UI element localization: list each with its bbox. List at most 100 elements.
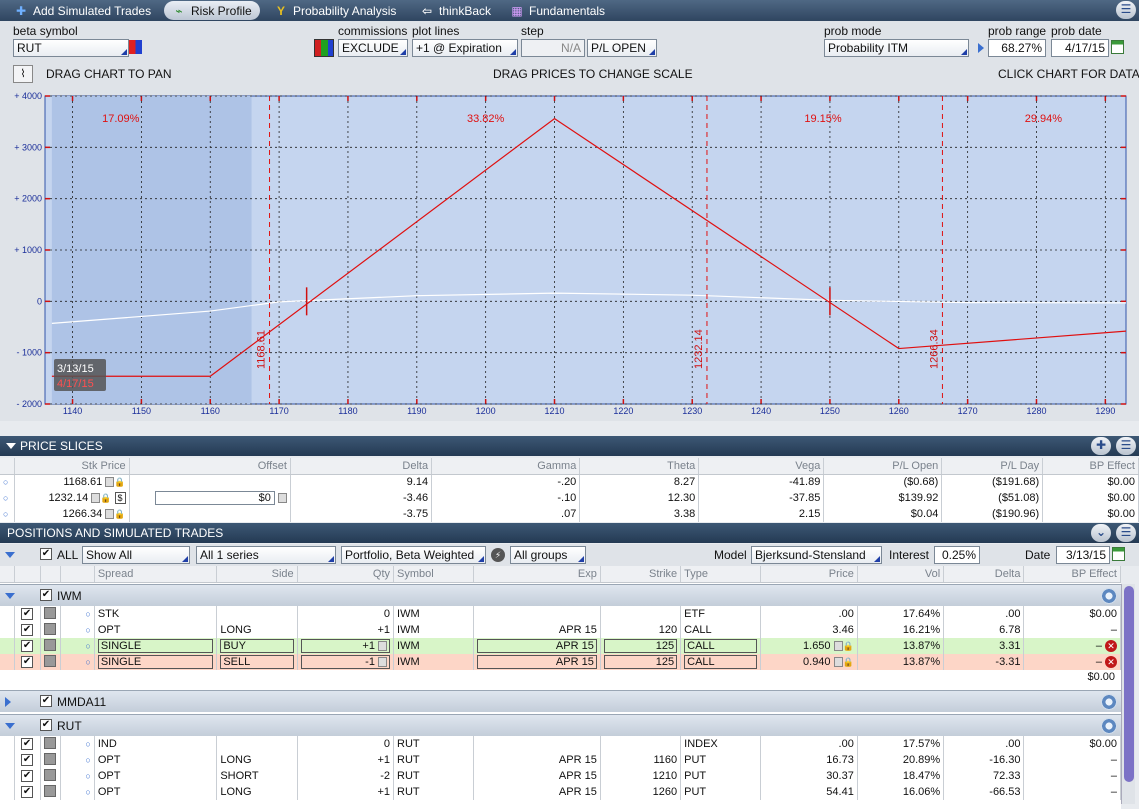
interest-input[interactable]: 0.25% <box>934 546 980 564</box>
plot-lines-select[interactable]: +1 @ Expiration <box>412 39 518 57</box>
thinkback-tab[interactable]: ⇦ thinkBack <box>412 1 499 20</box>
model-select[interactable]: Bjerksund-Stensland <box>751 546 882 564</box>
lock-icon[interactable]: 🔒 <box>843 641 854 651</box>
stepper-icon[interactable] <box>105 509 115 520</box>
row-checkbox-cell[interactable]: ✔ <box>14 768 41 784</box>
positions-col-header[interactable]: Price <box>760 566 858 583</box>
slice-cell[interactable]: $0 <box>129 490 291 506</box>
row-select-box[interactable] <box>44 654 57 667</box>
date-calendar-icon[interactable] <box>1112 547 1125 561</box>
dollar-icon[interactable]: $ <box>114 492 126 504</box>
positions-menu-button[interactable]: ☰ <box>1116 524 1136 542</box>
fundamentals-tab[interactable]: ▦ Fundamentals <box>502 1 613 20</box>
position-cell[interactable]: APR 15 <box>473 654 601 670</box>
row-select-box[interactable] <box>44 768 57 781</box>
position-group-iwm[interactable]: ✔ IWM <box>0 584 1121 606</box>
position-row[interactable]: ✔ ○ STK 0 IWM ETF .00 17.64% .00 $0.00 <box>0 606 1121 622</box>
date-input[interactable]: 3/13/15 <box>1056 546 1110 564</box>
row-checkbox[interactable]: ✔ <box>21 656 34 669</box>
row-checkbox-cell[interactable]: ✔ <box>14 736 41 752</box>
slice-cell[interactable]: 1168.61 🔒 <box>14 474 130 490</box>
positions-col-header[interactable]: Vol <box>857 566 945 583</box>
all-checkbox[interactable]: ✔ <box>40 548 52 560</box>
slices-col-header[interactable]: Vega <box>698 458 825 475</box>
lock-icon[interactable]: 🔒 <box>100 493 111 503</box>
position-cell[interactable]: 0.940 🔒 <box>760 654 858 670</box>
positions-col-header[interactable]: Exp <box>473 566 601 583</box>
slices-col-header[interactable]: Stk Price <box>14 458 130 475</box>
beta-symbol-input[interactable]: RUT <box>13 39 129 57</box>
slices-col-header[interactable]: Theta <box>579 458 700 475</box>
position-cell[interactable]: 125 <box>600 654 682 670</box>
lightning-icon[interactable]: ⚡ <box>491 548 505 562</box>
slice-cell[interactable]: 1266.34 🔒 <box>14 506 130 522</box>
position-row[interactable]: ✔ ○ IND 0 RUT INDEX .00 17.57% .00 $0.00 <box>0 736 1121 752</box>
row-select-cell[interactable] <box>40 638 61 654</box>
position-cell[interactable]: 13.87% <box>857 654 945 670</box>
row-checkbox-cell[interactable]: ✔ <box>14 606 41 622</box>
position-group-mmda11[interactable]: ✔ MMDA11 <box>0 690 1121 712</box>
pl-mode-select[interactable]: P/L OPEN <box>587 39 657 57</box>
row-select-box[interactable] <box>44 752 57 765</box>
row-select-box[interactable] <box>44 606 57 619</box>
color-picker-icon[interactable] <box>129 40 142 54</box>
slice-cell[interactable] <box>129 474 291 490</box>
row-select-box[interactable] <box>44 622 57 635</box>
calendar-icon[interactable] <box>1111 40 1124 54</box>
row-select-box[interactable] <box>44 784 57 797</box>
row-select-box[interactable] <box>44 736 57 749</box>
slices-col-header[interactable]: Delta <box>290 458 433 475</box>
group-checkbox[interactable]: ✔ <box>40 719 52 731</box>
slices-col-header[interactable]: BP Effect <box>1042 458 1139 475</box>
position-cell[interactable]: 3.31 <box>943 638 1025 654</box>
risk-profile-svg[interactable]: 1140 1150 1160 1170 1180 1190 1200 1210 1220 1230… <box>0 89 1139 421</box>
positions-col-header[interactable]: BP Effect <box>1023 566 1121 583</box>
row-checkbox-cell[interactable]: ✔ <box>14 638 41 654</box>
position-cell[interactable]: 13.87% <box>857 638 945 654</box>
group-toggle-icon[interactable] <box>5 697 11 707</box>
stepper-icon[interactable] <box>833 657 843 668</box>
lock-icon[interactable]: 🔒 <box>843 657 854 667</box>
position-cell[interactable]: CALL <box>680 638 762 654</box>
position-cell[interactable]: IWM <box>393 638 475 654</box>
position-row[interactable]: ✔ ○ SINGLE SELL -1 IWM APR 15 125 CALL 0.940 🔒 13… <box>0 654 1121 670</box>
positions-col-header[interactable]: Side <box>216 566 298 583</box>
row-checkbox[interactable]: ✔ <box>21 786 34 799</box>
positions-scrollbar[interactable] <box>1121 584 1135 804</box>
stepper-icon[interactable] <box>105 477 115 488</box>
row-select-box[interactable] <box>44 638 57 651</box>
position-row[interactable]: ✔ ○ OPT LONG +1 RUT APR 15 1260 PUT 54.41 16.06% -6… <box>0 784 1121 800</box>
gear-icon[interactable] <box>1101 588 1117 604</box>
expand-icon[interactable] <box>978 43 984 53</box>
probability-analysis-tab[interactable]: Y Probability Analysis <box>266 1 404 20</box>
positions-col-header[interactable]: Type <box>680 566 762 583</box>
position-cell[interactable]: IWM <box>393 654 475 670</box>
collapse-icon[interactable] <box>6 443 16 449</box>
positions-col-header[interactable]: Symbol <box>393 566 475 583</box>
position-cell[interactable]: SINGLE <box>94 638 218 654</box>
price-slices-header[interactable]: PRICE SLICES ✚ ☰ <box>0 436 1139 456</box>
stepper-icon[interactable] <box>277 493 287 504</box>
position-cell[interactable]: BUY <box>216 638 298 654</box>
gear-icon[interactable] <box>1101 718 1117 734</box>
row-checkbox[interactable]: ✔ <box>21 738 34 751</box>
price-slice-row[interactable]: ○ 1168.61 🔒 9.14 -.20 8.27 -41.89 ($0.68) ($191… <box>0 474 1139 490</box>
row-checkbox-cell[interactable]: ✔ <box>14 752 41 768</box>
positions-col-header[interactable]: Delta <box>943 566 1025 583</box>
grid-color-icon[interactable] <box>314 39 334 57</box>
commissions-select[interactable]: EXCLUDE <box>338 39 408 57</box>
row-checkbox-cell[interactable]: ✔ <box>14 654 41 670</box>
positions-col-header[interactable]: Strike <box>600 566 682 583</box>
position-cell[interactable]: -1 <box>297 654 395 670</box>
gear-icon[interactable] <box>1101 694 1117 710</box>
add-slice-button[interactable]: ✚ <box>1091 437 1111 455</box>
risk-profile-chart[interactable]: 1140 1150 1160 1170 1180 1190 1200 1210 1220 1230… <box>0 89 1139 421</box>
row-select-cell[interactable] <box>40 784 61 800</box>
slices-col-header[interactable]: P/L Day <box>941 458 1044 475</box>
position-cell[interactable]: SINGLE <box>94 654 218 670</box>
slices-col-header[interactable]: P/L Open <box>823 458 943 475</box>
position-group-rut[interactable]: ✔ RUT <box>0 714 1121 736</box>
row-checkbox[interactable]: ✔ <box>21 640 34 653</box>
lock-icon[interactable]: 🔒 <box>114 509 125 519</box>
show-filter-select[interactable]: Show All <box>82 546 190 564</box>
